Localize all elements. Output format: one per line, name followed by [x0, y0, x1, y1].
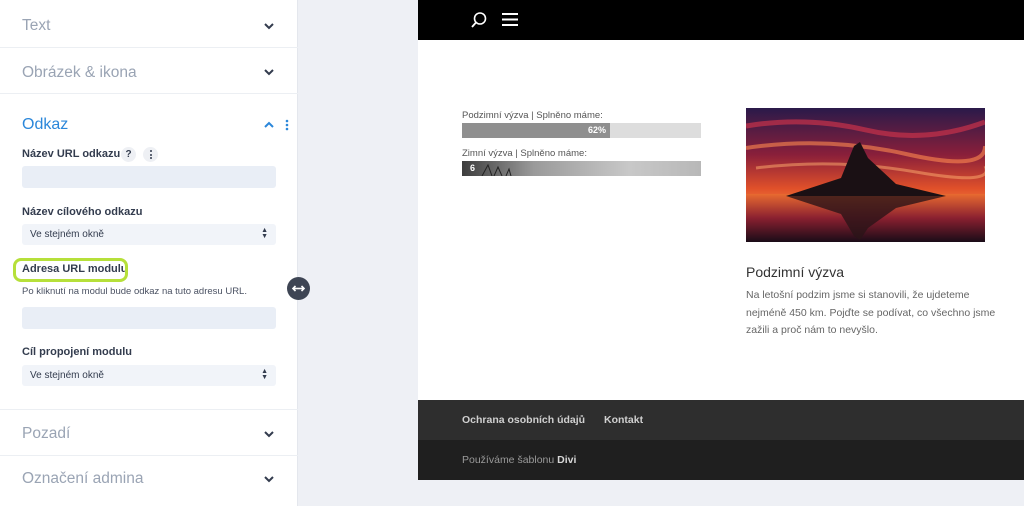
page-preview: Podzimní výzva | Splněno máme: 62% Zimní… [418, 0, 1024, 480]
section-link: Odkaz Název URL odkazu ? Název cílového … [0, 94, 298, 410]
card-text: Na letošní podzim jsme si stanovili, že … [746, 289, 996, 336]
target-name-value: Ve stejném okně [30, 229, 104, 240]
section-text[interactable]: Text [0, 0, 298, 48]
chevron-down-icon[interactable] [262, 19, 276, 33]
section-options-icon[interactable] [284, 118, 290, 132]
mountain-sunset-image [746, 108, 985, 242]
section-background[interactable]: Pozadí [0, 410, 298, 456]
resize-handle[interactable] [287, 277, 310, 300]
bar-counter-label: Zimní výzva | Splněno máme: [462, 148, 587, 159]
hamburger-menu-icon[interactable] [502, 13, 518, 26]
module-target-value: Ve stejném okně [30, 370, 104, 381]
url-name-label: Název URL odkazu [22, 148, 121, 160]
bar-counter-track: 6 [462, 161, 701, 176]
bar-counter-track: 62% [462, 123, 701, 138]
footer-menu: Ochrana osobních údajů Kontakt [418, 400, 1024, 440]
chevron-down-icon[interactable] [262, 427, 276, 441]
footer-credit-prefix: Používáme šablonu [462, 454, 555, 466]
footer-credit: Používáme šablonu Divi [462, 454, 576, 466]
section-title-background: Pozadí [22, 425, 71, 442]
module-url-description: Po kliknutí na modul bude odkaz na tuto … [22, 286, 247, 297]
module-url-input[interactable] [22, 307, 276, 329]
section-image-icon[interactable]: Obrázek & ikona [0, 48, 298, 94]
footer-link-privacy[interactable]: Ochrana osobních údajů [462, 414, 585, 426]
select-arrows-icon: ▲ ▼ [261, 368, 268, 381]
footer-bottom: Používáme šablonu Divi [418, 440, 1024, 480]
horizontal-resize-icon [291, 285, 306, 292]
target-name-select[interactable]: Ve stejném okně ▲ ▼ [22, 224, 276, 245]
url-name-input[interactable] [22, 166, 276, 188]
bar-counter-label: Podzimní výzva | Splněno máme: [462, 110, 603, 121]
footer-link-contact[interactable]: Kontakt [604, 414, 643, 426]
page-content: Podzimní výzva | Splněno máme: 62% Zimní… [418, 40, 1024, 400]
field-options-icon[interactable] [143, 147, 158, 162]
chevron-down-icon[interactable] [262, 472, 276, 486]
bar-counter-percent: 62% [588, 125, 607, 135]
highlight-outline [13, 258, 128, 282]
bar-counter-percent: 6 [470, 163, 476, 173]
search-icon[interactable] [470, 11, 488, 29]
section-title-link[interactable]: Odkaz [22, 116, 68, 134]
module-target-label: Cíl propojení modulu [22, 346, 132, 358]
target-name-label: Název cílového odkazu [22, 206, 143, 218]
card-title: Podzimní výzva [746, 264, 845, 280]
help-icon[interactable]: ? [121, 147, 136, 162]
section-title-image-icon: Obrázek & ikona [22, 64, 137, 81]
module-target-select[interactable]: Ve stejném okně ▲ ▼ [22, 365, 276, 386]
footer-credit-theme[interactable]: Divi [557, 454, 576, 466]
site-header [418, 0, 1024, 40]
section-title-text: Text [22, 17, 51, 34]
chevron-up-icon[interactable] [262, 118, 276, 132]
bar-background-image [462, 161, 701, 176]
settings-panel: Text Obrázek & ikona Odkaz Název URL odk… [0, 0, 298, 506]
section-admin-label[interactable]: Označení admina [0, 456, 298, 502]
chevron-down-icon[interactable] [262, 65, 276, 79]
select-arrows-icon: ▲ ▼ [261, 227, 268, 240]
section-title-admin-label: Označení admina [22, 470, 144, 487]
